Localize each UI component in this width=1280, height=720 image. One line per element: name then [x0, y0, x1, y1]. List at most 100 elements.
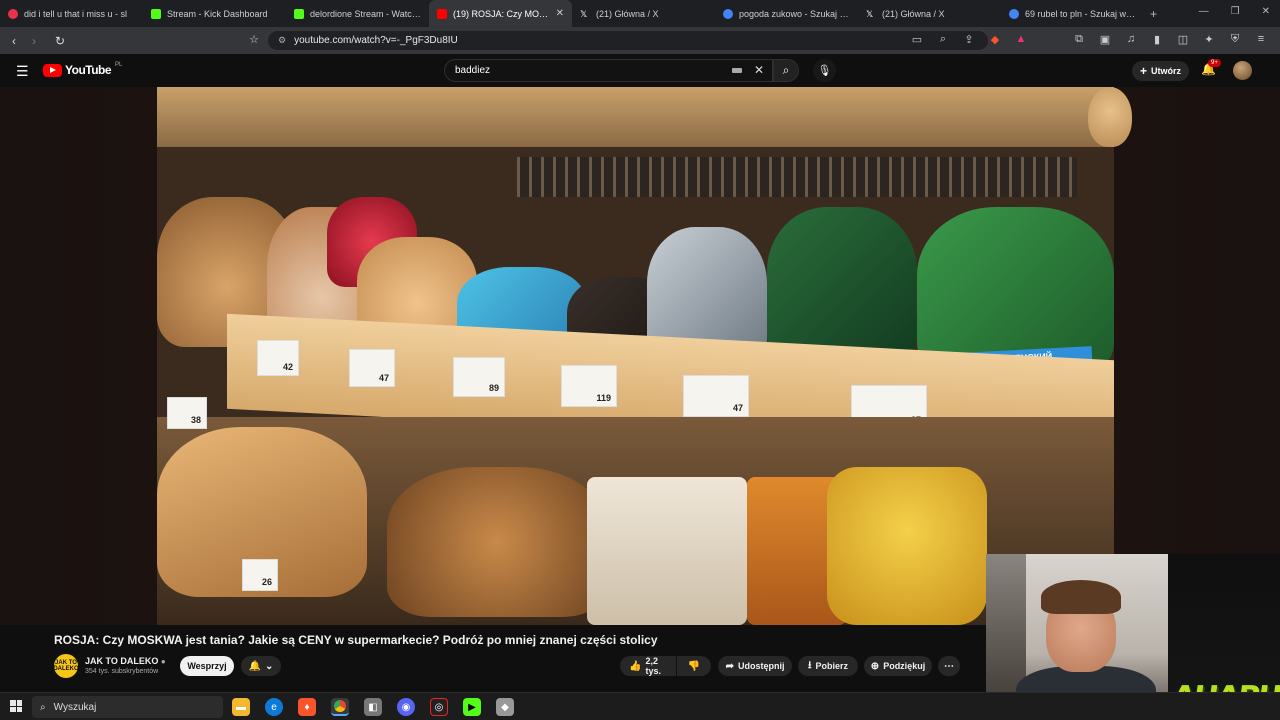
browser-tab[interactable]: pogoda zukowo - Szukaj w Go — [715, 0, 858, 27]
clear-search-icon[interactable]: ✕ — [754, 63, 764, 77]
price-tag: 42 — [257, 340, 299, 376]
verified-icon: ● — [160, 657, 166, 666]
dislike-icon: 👎 — [687, 660, 701, 672]
more-icon: ⋯ — [944, 660, 954, 672]
browser-tab[interactable]: did i tell u that i miss u - sl — [0, 0, 143, 27]
browser-tab-active[interactable]: (19) ROSJA: Czy MOSK ✕ — [429, 0, 572, 27]
tab-favicon — [294, 8, 304, 19]
browser-tab[interactable]: delordione Stream - Watch Liv — [286, 0, 429, 27]
file-explorer-icon[interactable]: ▬ — [232, 698, 250, 716]
brave-rewards-icon[interactable]: ▲ — [1014, 33, 1028, 46]
channel-avatar[interactable]: JAK TO DALEKO — [53, 654, 79, 678]
download-label: Pobierz — [815, 661, 848, 671]
subscriber-count: 354 tys. subskrybentów — [85, 668, 159, 675]
wallet-icon[interactable]: ◫ — [1176, 33, 1190, 46]
chrome-icon[interactable] — [331, 698, 349, 716]
leo-ai-icon[interactable]: ✦ — [1202, 33, 1216, 46]
url-field[interactable]: ⚙ youtube.com/watch?v=-_PgF3Du8IU — [268, 31, 988, 50]
video-frame[interactable]: КОЛОМЕНСКИЙ 42 47 89 119 47 37 38 26 — [157, 87, 1114, 625]
brave-icon[interactable]: ♦ — [298, 698, 316, 716]
share-page-icon[interactable]: ⇪ — [962, 33, 976, 46]
price-tag: 38 — [167, 397, 207, 429]
video-title: ROSJA: Czy MOSKWA jest tania? Jakie są C… — [54, 633, 658, 647]
app-icon[interactable]: ◆ — [496, 698, 514, 716]
cast-icon[interactable]: ▭ — [910, 33, 924, 46]
edge-icon[interactable]: e — [265, 698, 283, 716]
lavash-pack — [587, 477, 747, 625]
brave-shield-icon[interactable]: ◆ — [988, 33, 1002, 46]
like-button[interactable]: 👍 2,2 tys. — [620, 656, 676, 676]
bell-icon: 🔔 — [248, 660, 262, 672]
windows-icon[interactable] — [10, 700, 22, 712]
site-info-icon[interactable]: ⚙ — [278, 35, 286, 46]
close-icon[interactable]: ✕ — [556, 8, 564, 19]
kick-icon[interactable]: ▶ — [463, 698, 481, 716]
forward-icon[interactable]: › — [24, 34, 44, 48]
browser-menu-icon[interactable]: ≡ — [1254, 33, 1268, 46]
voice-search-button[interactable]: 🎙 — [813, 59, 836, 82]
tab-title: 69 rubel to pln - Szukaj w Goo — [1025, 8, 1136, 19]
sidebar-icon[interactable]: ▮ — [1150, 33, 1164, 46]
streamer-hair — [1041, 580, 1121, 614]
window-controls: — ❐ ✕ — [1199, 6, 1270, 17]
discord-icon[interactable]: ◉ — [397, 698, 415, 716]
music-icon[interactable]: ♫ — [1124, 33, 1138, 46]
menu-icon[interactable]: ☰ — [16, 63, 29, 80]
reload-icon[interactable]: ↻ — [50, 34, 70, 48]
taskbar-search-placeholder: Wyszukaj — [53, 701, 97, 713]
keyboard-icon[interactable] — [732, 68, 742, 73]
flatbread — [387, 467, 607, 617]
zoom-icon[interactable]: ⌕ — [936, 33, 950, 46]
search-input[interactable]: baddiez ✕ — [444, 59, 773, 82]
browser-tab[interactable]: 𝕏 (21) Główna / X — [858, 0, 1001, 27]
thanks-button[interactable]: ⊕ Podziękuj — [864, 656, 932, 676]
maximize-icon[interactable]: ❐ — [1231, 6, 1240, 17]
browser-tab[interactable]: 𝕏 (21) Główna / X — [572, 0, 715, 27]
price-tag: 47 — [349, 349, 395, 387]
search-icon: ⌕ — [40, 701, 46, 713]
minimize-icon[interactable]: — — [1199, 6, 1209, 17]
screenshot-icon[interactable]: ▣ — [1098, 33, 1112, 46]
thanks-icon: ⊕ — [870, 660, 880, 672]
taskbar-search[interactable]: ⌕ Wyszukaj — [32, 696, 223, 718]
tab-title: delordione Stream - Watch Liv — [310, 8, 421, 19]
subscribed-button[interactable]: 🔔 ⌄ — [241, 656, 281, 676]
tab-title: (21) Główna / X — [596, 8, 659, 19]
share-button[interactable]: ➦ Udostępnij — [718, 656, 792, 676]
vpn-icon[interactable]: ⛨ — [1228, 33, 1242, 46]
youtube-logo[interactable]: YouTube PL — [43, 62, 123, 77]
browser-tab[interactable]: Stream - Kick Dashboard — [143, 0, 286, 27]
channel-name-text: JAK TO DALEKO — [85, 656, 159, 666]
region-code: PL — [115, 62, 123, 68]
bookmark-icon[interactable]: ☆ — [244, 33, 264, 46]
create-label: Utwórz — [1151, 66, 1182, 76]
extensions-icon[interactable]: ⧉ — [1072, 33, 1086, 46]
new-tab-button[interactable]: + — [1150, 7, 1157, 21]
tab-title: (21) Główna / X — [882, 8, 945, 19]
download-icon: ⭳ — [807, 659, 812, 671]
tab-title: Stream - Kick Dashboard — [167, 8, 268, 19]
google-icon — [723, 8, 733, 19]
notification-badge: 9+ — [1208, 59, 1221, 67]
obs-icon[interactable]: ◎ — [430, 698, 448, 716]
youtube-wordmark: YouTube — [65, 63, 112, 77]
join-button[interactable]: Wesprzyj — [180, 656, 234, 676]
more-actions-button[interactable]: ⋯ — [938, 656, 960, 676]
browser-tab[interactable]: 69 rubel to pln - Szukaj w Goo — [1001, 0, 1144, 27]
close-window-icon[interactable]: ✕ — [1262, 6, 1270, 17]
browser-tab-bar: did i tell u that i miss u - sl Stream -… — [0, 0, 1280, 27]
avatar[interactable] — [1233, 61, 1252, 80]
search-button[interactable]: ⌕ — [773, 59, 799, 82]
extensions-bar: ▭ ⌕ ⇪ ◆ ▲ ⧉ ▣ ♫ ▮ ◫ ✦ ⛨ ≡ — [910, 33, 1268, 46]
create-button[interactable]: + Utwórz — [1132, 61, 1190, 81]
url-text: youtube.com/watch?v=-_PgF3Du8IU — [294, 35, 458, 46]
back-icon[interactable]: ‹ — [4, 34, 24, 48]
mic-icon: 🎙 — [817, 65, 832, 77]
download-button[interactable]: ⭳ Pobierz — [798, 656, 858, 676]
channel-name[interactable]: JAK TO DALEKO ● — [85, 656, 166, 666]
search-icon: ⌕ — [782, 63, 790, 77]
app-icon[interactable]: ◧ — [364, 698, 382, 716]
video-player[interactable]: КОЛОМЕНСКИЙ 42 47 89 119 47 37 38 26 — [0, 87, 1280, 625]
dislike-button[interactable]: 👎 — [677, 656, 711, 676]
